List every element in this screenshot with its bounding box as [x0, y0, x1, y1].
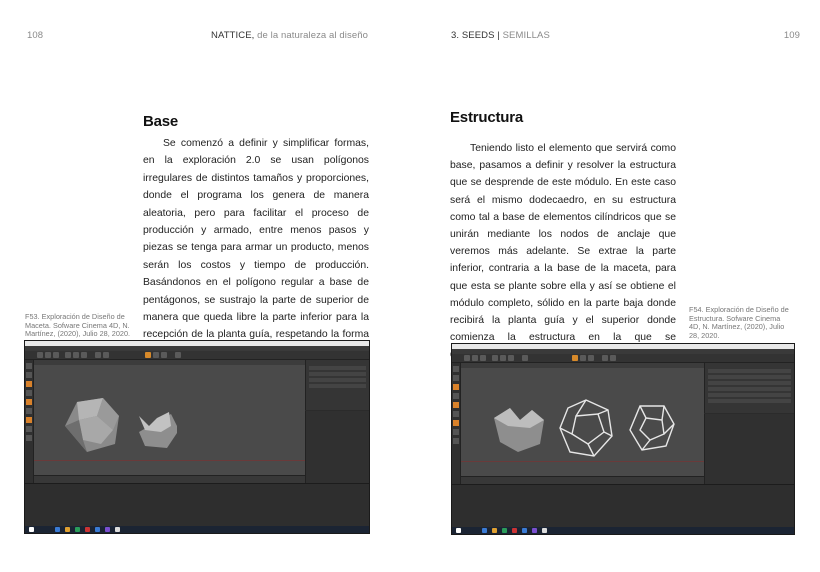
attribute-manager	[704, 414, 794, 484]
paragraph-estructura: Teniendo listo el elemento que servirá c…	[450, 143, 676, 360]
cinema4d-screenshot-left	[24, 340, 370, 534]
running-head-separator: |	[494, 30, 503, 41]
windows-taskbar	[25, 526, 369, 533]
running-head-subtitle: de la naturaleza al diseño	[254, 30, 368, 41]
heading-estructura: Estructura	[450, 109, 524, 126]
object-manager	[305, 360, 369, 410]
running-head-section: 3. SEEDS	[451, 30, 495, 41]
windows-taskbar	[452, 527, 794, 534]
running-head-sub: SEMILLAS	[502, 30, 550, 41]
figure-caption-f53: F53. Exploración de Diseño de Maceta. So…	[25, 312, 131, 339]
dodecahedron-solid-icon	[65, 398, 177, 452]
running-head-title: NATTICE,	[211, 30, 255, 41]
page-number-left: 108	[27, 30, 44, 41]
dodecahedron-wireframe-icon	[494, 399, 675, 457]
material-panel	[452, 484, 794, 527]
heading-base: Base	[143, 113, 179, 130]
figure-caption-f54: F54. Exploración de Diseño de Estructura…	[689, 305, 789, 340]
cinema4d-screenshot-right	[451, 343, 795, 535]
material-panel	[25, 483, 369, 526]
attribute-manager	[305, 411, 369, 483]
page-number-right: 109	[783, 30, 800, 41]
object-manager	[704, 363, 794, 413]
running-head-right: 3. SEEDS | SEMILLAS	[451, 30, 550, 41]
running-head-left: NATTICE, de la naturaleza al diseño	[211, 30, 368, 41]
